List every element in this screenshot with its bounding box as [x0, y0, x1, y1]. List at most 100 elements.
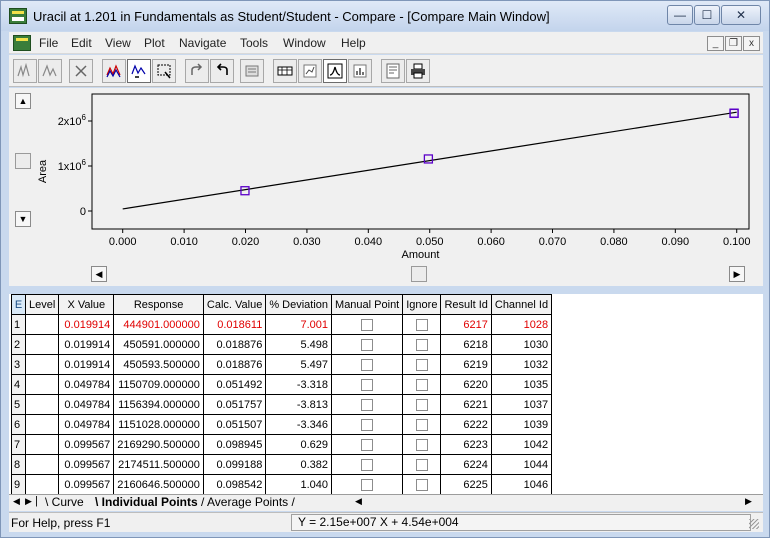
cell-response[interactable]: 2160646.500000	[113, 474, 204, 495]
row-number[interactable]: 8	[11, 454, 26, 475]
cell-result-id[interactable]: 6220	[440, 374, 492, 395]
scroll-up-arrow-icon[interactable]: ▲	[15, 93, 31, 109]
menu-help[interactable]: Help	[341, 36, 366, 50]
cell-x-value[interactable]: 0.099567	[58, 474, 115, 495]
cell-calc-value[interactable]: 0.018611	[202, 314, 267, 335]
column-calc-value[interactable]: Calc. Value	[202, 294, 267, 315]
overlay-icon[interactable]	[102, 59, 126, 83]
cell-level[interactable]	[24, 414, 60, 435]
chart-small-icon[interactable]	[298, 59, 322, 83]
menu-navigate[interactable]: Navigate	[179, 36, 226, 50]
cell-level[interactable]	[24, 434, 60, 455]
overlay-select-icon[interactable]	[127, 59, 151, 83]
cell-result-id[interactable]: 6218	[440, 334, 492, 355]
cell-x-value[interactable]: 0.049784	[58, 414, 115, 435]
undo-icon[interactable]	[210, 59, 234, 83]
row-number[interactable]: 1	[11, 314, 26, 335]
cell-level[interactable]	[24, 454, 60, 475]
cell-level[interactable]	[24, 394, 60, 415]
cell-calc-value[interactable]: 0.099188	[202, 454, 267, 475]
table-icon[interactable]	[273, 59, 297, 83]
tab-individual-points[interactable]: \ Individual Points	[95, 495, 198, 509]
cell-percent-deviation[interactable]: 0.382	[265, 454, 333, 475]
peaks-a-icon[interactable]	[13, 59, 37, 83]
table-row[interactable]: 9 0.099567 2160646.500000 0.098542 1.040 6225…	[11, 474, 553, 495]
peaks-b-icon[interactable]	[38, 59, 62, 83]
cell-response[interactable]: 2169290.500000	[113, 434, 204, 455]
table-row[interactable]: 7 0.099567 2169290.500000 0.098945 0.629 6223…	[11, 434, 553, 455]
ignore-checkbox[interactable]	[415, 478, 428, 491]
cell-percent-deviation[interactable]: -3.346	[265, 414, 333, 435]
ignore-checkbox[interactable]	[415, 398, 428, 411]
column-level[interactable]: Level	[24, 294, 60, 315]
table-row[interactable]: 3 0.019914 450593.500000 0.018876 5.497 6219 1…	[11, 354, 553, 375]
menu-edit[interactable]: Edit	[71, 36, 92, 50]
chart-vertical-scrollbar[interactable]: ▲ ▼	[15, 93, 33, 229]
tab-next-arrow-icon[interactable]: ▶	[25, 496, 32, 507]
cell-channel-id[interactable]: 1037	[490, 394, 553, 415]
cell-x-value[interactable]: 0.019914	[58, 314, 115, 335]
column-result-id[interactable]: Result Id	[440, 294, 492, 315]
cell-level[interactable]	[24, 474, 60, 495]
cell-calc-value[interactable]: 0.098945	[202, 434, 267, 455]
resize-grip-icon[interactable]	[749, 519, 759, 529]
redo-icon[interactable]	[185, 59, 209, 83]
cell-response[interactable]: 1156394.000000	[113, 394, 204, 415]
cell-result-id[interactable]: 6217	[440, 314, 492, 335]
table-row[interactable]: 8 0.099567 2174511.500000 0.099188 0.382 6224…	[11, 454, 553, 475]
cell-result-id[interactable]: 6221	[440, 394, 492, 415]
row-number[interactable]: 2	[11, 334, 26, 355]
ignore-checkbox[interactable]	[415, 378, 428, 391]
manual-point-checkbox[interactable]	[361, 318, 374, 331]
menu-view[interactable]: View	[105, 36, 131, 50]
close-button[interactable]: ✕	[721, 5, 761, 25]
cell-x-value[interactable]: 0.099567	[58, 454, 115, 475]
row-number[interactable]: 6	[11, 414, 26, 435]
manual-point-checkbox[interactable]	[361, 438, 374, 451]
menu-window[interactable]: Window	[283, 36, 326, 50]
table-corner-icon[interactable]: E	[11, 294, 26, 315]
cell-calc-value[interactable]: 0.098542	[202, 474, 267, 495]
scroll-thumb-horizontal[interactable]	[411, 266, 427, 282]
cell-response[interactable]: 2174511.500000	[113, 454, 204, 475]
cell-channel-id[interactable]: 1046	[490, 474, 553, 495]
cell-channel-id[interactable]: 1030	[490, 334, 553, 355]
manual-point-checkbox[interactable]	[361, 478, 374, 491]
cell-level[interactable]	[24, 314, 60, 335]
ignore-checkbox[interactable]	[415, 458, 428, 471]
cell-channel-id[interactable]: 1032	[490, 354, 553, 375]
document-icon[interactable]	[13, 35, 31, 51]
column-ignore[interactable]: Ignore	[402, 294, 442, 315]
scroll-right-arrow-icon[interactable]: ▶	[729, 266, 745, 282]
print-preview-icon[interactable]	[381, 59, 405, 83]
row-number[interactable]: 5	[11, 394, 26, 415]
manual-point-checkbox[interactable]	[361, 398, 374, 411]
cell-percent-deviation[interactable]: 7.001	[265, 314, 333, 335]
cell-response[interactable]: 1150709.000000	[113, 374, 204, 395]
close-x-icon[interactable]	[69, 59, 93, 83]
cell-result-id[interactable]: 6225	[440, 474, 492, 495]
cell-result-id[interactable]: 6224	[440, 454, 492, 475]
table-row[interactable]: 1 0.019914 444901.000000 0.018611 7.001 6217 1…	[11, 314, 553, 335]
table-row[interactable]: 6 0.049784 1151028.000000 0.051507 -3.346 622…	[11, 414, 553, 435]
scroll-thumb[interactable]	[15, 153, 31, 169]
row-number[interactable]: 9	[11, 474, 26, 495]
zoom-box-icon[interactable]	[152, 59, 176, 83]
ignore-checkbox[interactable]	[415, 418, 428, 431]
cell-result-id[interactable]: 6223	[440, 434, 492, 455]
cell-channel-id[interactable]: 1035	[490, 374, 553, 395]
print-icon[interactable]	[406, 59, 430, 83]
row-number[interactable]: 4	[11, 374, 26, 395]
cell-channel-id[interactable]: 1042	[490, 434, 553, 455]
manual-point-checkbox[interactable]	[361, 358, 374, 371]
table-row[interactable]: 4 0.049784 1150709.000000 0.051492 -3.318 622…	[11, 374, 553, 395]
cell-percent-deviation[interactable]: 5.498	[265, 334, 333, 355]
column-manual-point[interactable]: Manual Point	[331, 294, 404, 315]
cell-response[interactable]: 450593.500000	[113, 354, 204, 375]
table-row[interactable]: 5 0.049784 1156394.000000 0.051757 -3.813 622…	[11, 394, 553, 415]
cell-percent-deviation[interactable]: 0.629	[265, 434, 333, 455]
scroll-down-arrow-icon[interactable]: ▼	[15, 211, 31, 227]
title-bar[interactable]: Uracil at 1.201 in Fundamentals as Stude…	[1, 1, 769, 31]
ignore-checkbox[interactable]	[415, 358, 428, 371]
cell-response[interactable]: 444901.000000	[113, 314, 204, 335]
